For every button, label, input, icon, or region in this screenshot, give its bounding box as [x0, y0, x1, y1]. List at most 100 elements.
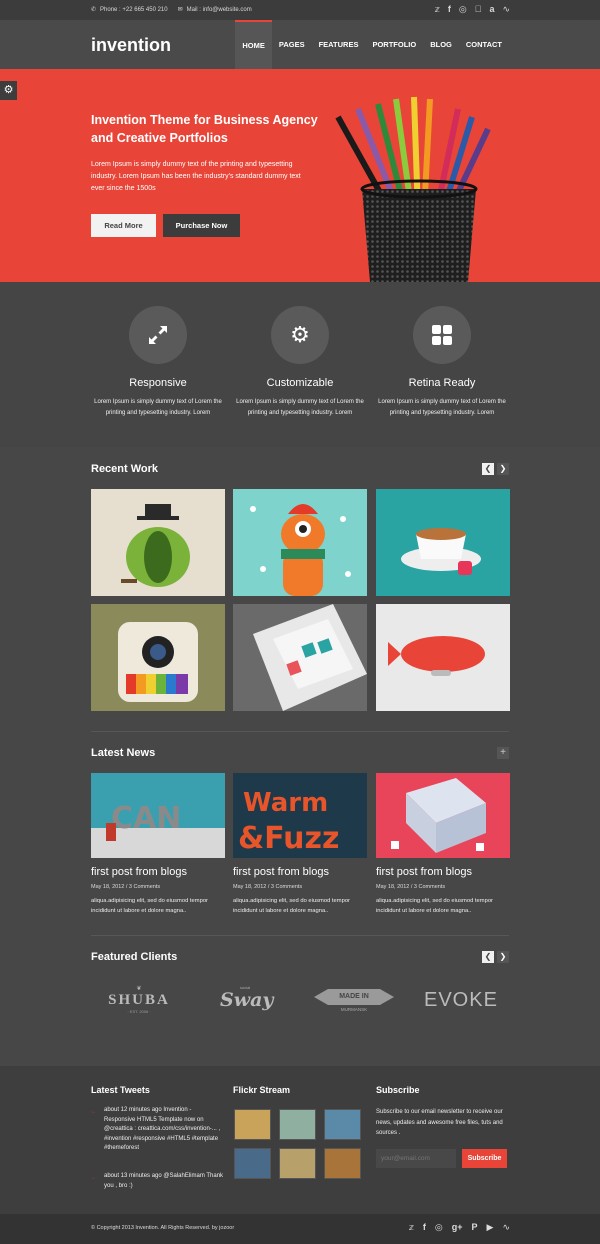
settings-gear-icon[interactable]: ⚙ [0, 81, 17, 100]
work-item-monster[interactable] [233, 489, 367, 596]
rss-icon[interactable]: ∿ [502, 4, 510, 15]
twitter-icon[interactable]: 𝕫 [435, 4, 440, 15]
featured-clients-title: Featured Clients [91, 951, 178, 963]
feature-circle [413, 306, 471, 364]
svg-text:&Fuzz: &Fuzz [238, 821, 339, 856]
nav-features[interactable]: FEATURES [312, 20, 366, 69]
flickr-thumb[interactable] [324, 1109, 361, 1140]
clients-arrows: ❮ ❯ [482, 951, 509, 963]
nav-contact[interactable]: CONTACT [459, 20, 509, 69]
flickr-thumb[interactable] [324, 1148, 361, 1179]
work-item-phone-app[interactable] [233, 604, 367, 711]
gears-icon: ⚙ [290, 322, 310, 347]
next-arrow-icon[interactable]: ❯ [497, 463, 509, 475]
bottom-social-links: 𝕫 f ◎ g+ P ▶ ∿ [409, 1222, 510, 1233]
dribbble-icon[interactable]: ◎ [459, 4, 467, 15]
facebook-icon[interactable]: f [448, 4, 451, 15]
latest-tweets-title: Latest Tweets [91, 1085, 150, 1095]
feature-text: Lorem Ipsum is simply dummy text of Lore… [378, 399, 506, 416]
feature-retina-ready: Retina Ready Lorem Ipsum is simply dummy… [371, 306, 513, 419]
flickr-thumb[interactable] [234, 1148, 271, 1179]
google-plus-icon[interactable]: g+ [452, 1222, 463, 1233]
client-logo-text: MADE IN [339, 993, 369, 1000]
nav-home[interactable]: HOME [235, 20, 272, 69]
flickr-thumb[interactable] [279, 1109, 316, 1140]
client-logo-text: Sway [220, 989, 274, 1011]
tweet-text: about 13 minutes ago @SalahElimam Thank … [104, 1173, 224, 1189]
client-logo-text: SHUBA [108, 992, 170, 1008]
twitter-icon[interactable]: 𝕫 [409, 1222, 414, 1233]
rss-icon[interactable]: ∿ [502, 1222, 510, 1233]
apple-icon[interactable]:  [475, 4, 482, 15]
recent-work-title: Recent Work [91, 463, 159, 475]
site-logo[interactable]: invention [91, 35, 171, 56]
svg-text:CAN: CAN [111, 801, 181, 836]
bottom-bar: © Copyright 2013 Invention. All Rights R… [0, 1214, 600, 1244]
news-title[interactable]: first post from blogs [376, 866, 472, 878]
work-item-teacup[interactable] [376, 489, 510, 596]
hero-title: Invention Theme for Business Agency and … [91, 113, 318, 145]
news-title[interactable]: first post from blogs [91, 866, 187, 878]
flickr-thumb[interactable] [234, 1109, 271, 1140]
work-item-camera[interactable] [91, 604, 225, 711]
news-meta: May 18, 2012 / 3 Comments [233, 884, 303, 890]
client-logo-text: EVOKE [424, 989, 498, 1011]
feature-text: Lorem Ipsum is simply dummy text of Lore… [236, 399, 364, 416]
youtube-icon[interactable]: ▶ [487, 1222, 494, 1233]
mail-text: Mail : info@website.com [186, 7, 252, 13]
hero-section: ⚙ Invention Theme for Business Agency an… [0, 69, 600, 282]
news-excerpt: aliqua.adipisicing elit, sed do eiusmod … [376, 898, 493, 914]
email-input[interactable] [376, 1149, 456, 1168]
section-divider [91, 935, 509, 936]
amazon-icon[interactable]: a [489, 4, 494, 15]
phone-info: ✆ Phone : +22 665 450 210 [91, 6, 168, 13]
dribbble-icon[interactable]: ◎ [435, 1222, 443, 1233]
mail-icon: ✉ [177, 7, 183, 13]
feature-title: Responsive [129, 377, 187, 389]
facebook-icon[interactable]: f [423, 1222, 426, 1233]
read-more-button[interactable]: Read More [91, 214, 156, 237]
work-item-apple[interactable] [91, 489, 225, 596]
news-meta: May 18, 2012 / 3 Comments [376, 884, 446, 890]
features-section: Responsive Lorem Ipsum is simply dummy t… [0, 282, 600, 447]
news-title[interactable]: first post from blogs [233, 866, 329, 878]
nav-portfolio[interactable]: PORTFOLIO [365, 20, 423, 69]
client-logo-evoke[interactable]: EVOKE [424, 985, 500, 1020]
site-footer [0, 1066, 600, 1214]
pinterest-icon[interactable]: P [472, 1222, 478, 1233]
pencil-cup-image [335, 96, 491, 282]
subscribe-title: Subscribe [376, 1085, 420, 1095]
next-arrow-icon[interactable]: ❯ [497, 951, 509, 963]
client-logo-subtext: MURMANSK [340, 1007, 368, 1012]
plus-icon[interactable]: + [497, 747, 509, 759]
feature-title: Customizable [266, 377, 334, 389]
purchase-now-button[interactable]: Purchase Now [163, 214, 240, 237]
news-meta: May 18, 2012 / 3 Comments [91, 884, 161, 890]
top-social-links: 𝕫 f ◎  a ∿ [435, 4, 510, 15]
news-image-warm-fuzzy[interactable]: Warm &Fuzz [233, 773, 367, 858]
work-item-blimp[interactable] [376, 604, 510, 711]
hero-text: Lorem Ipsum is simply dummy text of the … [91, 161, 301, 192]
main-nav: HOME PAGES FEATURES PORTFOLIO BLOG CONTA… [235, 20, 509, 69]
feature-title: Retina Ready [408, 377, 476, 389]
expand-arrows-icon [149, 326, 167, 344]
prev-arrow-icon[interactable]: ❮ [482, 951, 494, 963]
client-logo-shuba[interactable]: ❦ SHUBA · EST. 2006 · [100, 985, 178, 1020]
news-image-can[interactable]: CAN [91, 773, 225, 858]
flickr-thumb[interactable] [279, 1148, 316, 1179]
nav-pages[interactable]: PAGES [272, 20, 312, 69]
subscribe-button[interactable]: Subscribe [462, 1149, 507, 1168]
prev-arrow-icon[interactable]: ❮ [482, 463, 494, 475]
flickr-stream-title: Flickr Stream [233, 1085, 291, 1095]
news-image-sugar[interactable] [376, 773, 510, 858]
feature-circle: ⚙ [271, 306, 329, 364]
tweet-text: about 12 minutes ago Invention - Respons… [104, 1107, 221, 1151]
feature-responsive: Responsive Lorem Ipsum is simply dummy t… [87, 306, 229, 419]
copyright-text: © Copyright 2013 Invention. All Rights R… [91, 1225, 235, 1231]
client-logo-made-in-murmansk[interactable]: MADE IN MURMANSK [314, 985, 394, 1020]
nav-blog[interactable]: BLOG [423, 20, 459, 69]
recent-work-arrows: ❮ ❯ [482, 463, 509, 475]
top-bar: ✆ Phone : +22 665 450 210 ✉ Mail : info@we… [0, 0, 600, 20]
client-logo-sway[interactable]: social Sway [218, 985, 274, 1020]
grid-icon [432, 325, 452, 345]
